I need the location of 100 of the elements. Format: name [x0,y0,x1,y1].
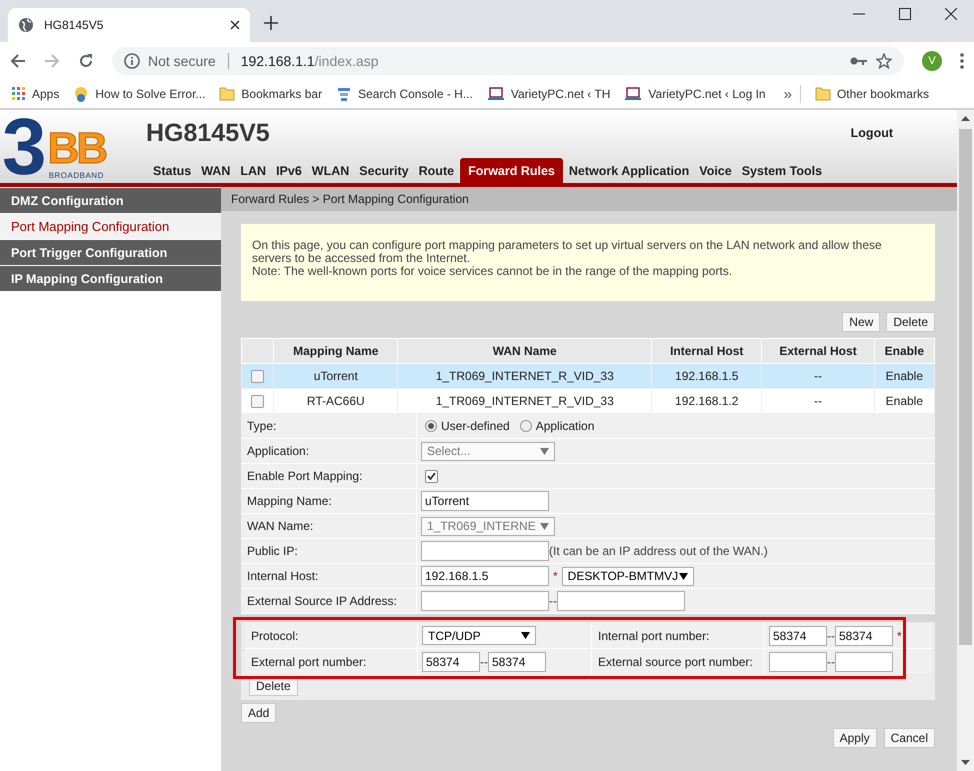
bookmark-item[interactable]: Search Console - H... [336,86,473,102]
field-label: External source port number: [592,649,764,674]
nav-tab[interactable]: IPv6 [271,160,307,183]
url-text: 192.168.1.1/index.asp [240,53,378,69]
nav-tab[interactable]: Network Application [564,160,694,183]
add-button[interactable]: Add [241,703,276,723]
globe-icon [18,17,34,33]
input-field[interactable]: 192.168.1.5 [421,566,549,586]
bookmark-item[interactable]: Other bookmarks [814,87,929,101]
field-label: Enable Port Mapping: [241,464,416,488]
nav-tab[interactable]: WLAN [306,160,354,183]
bookmark-item[interactable]: VarietyPC.net ‹ Log In [624,87,766,101]
security-label: Not secure [148,53,216,69]
input-field[interactable]: 58374 [488,652,546,672]
star-icon[interactable] [876,53,892,69]
caret-icon [678,572,688,580]
table-cell: 1_TR069_INTERNET_R_VID_33 [398,388,652,414]
browser-tab[interactable]: HG8145V5 [8,8,250,42]
column-header: Enable [874,338,934,364]
dropdown[interactable]: TCP/UDP [422,626,536,645]
sidebar-item[interactable]: IP Mapping Configuration [0,266,221,291]
checkbox[interactable] [251,395,264,408]
form-button[interactable]: Apply [832,728,877,748]
nav-tab[interactable]: Forward Rules [459,157,564,183]
logo-tagline: BROADBAND [48,171,104,180]
checkbox[interactable] [251,370,264,384]
nav-tab[interactable]: Security [354,160,414,183]
close-icon[interactable] [230,20,240,30]
logout-link[interactable]: Logout [850,126,893,140]
menu-icon[interactable] [960,53,964,69]
logo-letters: BB [48,127,106,171]
nav-tab[interactable]: WAN [196,160,236,183]
caret-icon [540,448,549,454]
new-tab-icon[interactable] [264,16,278,30]
sidebar-item[interactable]: Port Mapping Configuration [0,214,221,239]
input-field[interactable] [421,591,549,611]
sidebar-item[interactable]: DMZ Configuration [0,188,221,213]
dropdown[interactable]: DESKTOP-BMTMVJ [562,566,694,586]
input-field[interactable]: 58374 [769,626,827,646]
input-field[interactable]: 58374 [422,652,480,672]
input-field[interactable] [835,652,893,672]
field-label: WAN Name: [241,514,416,538]
bookmark-item[interactable]: Bookmarks bar [219,87,322,101]
range-separator: -- [827,654,835,668]
breadcrumb: Forward Rules > Port Mapping Configuration [221,187,957,211]
field-label: Public IP: [241,539,416,563]
table-button[interactable]: Delete [886,312,935,332]
bookmark-item[interactable]: How to Solve Error... [73,86,206,102]
table-row[interactable]: uTorrent 1_TR069_INTERNET_R_VID_33 192.168.1.5 -- Enable [242,364,934,388]
column-header: WAN Name [398,338,652,364]
table-cell: Enable [874,364,934,388]
field-label: Internal port number: [592,623,764,648]
column-header: External Host [762,338,874,364]
nav-tab[interactable]: Route [414,160,460,183]
bookmark-item[interactable]: VarietyPC.net ‹ TH [486,87,610,101]
key-icon[interactable] [850,56,868,66]
bookmark-item[interactable]: Apps [12,87,60,101]
checkbox[interactable] [425,470,438,482]
form-button[interactable]: Cancel [884,728,935,748]
required-mark: * [553,569,558,583]
laptop-icon [624,87,642,101]
back-icon[interactable] [10,53,26,69]
input-field[interactable] [557,591,685,611]
table-cell: RT-AC66U [274,388,398,414]
field-label: Mapping Name: [241,489,416,513]
maximize-icon[interactable] [899,8,911,20]
table-cell: 1_TR069_INTERNET_R_VID_33 [398,364,652,388]
laptop-icon [486,87,505,101]
input-field[interactable]: uTorrent [421,491,549,511]
device-title: HG8145V5 [146,119,270,148]
nav-tab[interactable]: Status [148,160,196,183]
reload-icon[interactable] [78,53,94,69]
table-button[interactable]: New [842,312,880,332]
radio-label[interactable]: User-defined [441,419,510,433]
input-field[interactable] [769,652,827,672]
radio-button[interactable] [520,420,532,432]
address-bar[interactable]: Not secure 192.168.1.1/index.asp [112,47,904,75]
input-field[interactable]: 58374 [835,626,893,646]
nav-tab[interactable]: Voice [694,160,737,183]
close-icon[interactable] [945,8,957,20]
sidebar-item[interactable]: Port Trigger Configuration [0,240,221,265]
table-row[interactable]: RT-AC66U 1_TR069_INTERNET_R_VID_33 192.168.1.2 -- Enable [242,388,934,414]
more-bookmarks[interactable]: » [784,86,792,102]
radio-button[interactable] [425,420,437,432]
caret-icon [521,632,530,639]
field-hint: (It can be an IP address out of the WAN.) [549,544,768,558]
logo-numeral: 3 [2,114,46,180]
input-field[interactable] [421,541,549,561]
radio-label[interactable]: Application [536,419,594,433]
field-label: Protocol: [245,623,417,648]
field-label: Application: [241,439,416,463]
nav-tab[interactable]: LAN [235,160,272,183]
field-label: External port number: [245,649,417,674]
table-cell: -- [762,388,874,414]
range-separator: -- [480,654,488,668]
caret-icon [540,522,549,530]
nav-tab[interactable]: System Tools [736,160,828,183]
info-notice: On this page, you can configure port mapping parameters to set up virtual servers on the LAN network and allow these servers to be accessed from the Internet. Note: The well-known ports for voice services cannot be in the range of the mapping ports. [241,224,935,301]
table-cell: 192.168.1.2 [652,388,762,414]
folder-icon [814,87,831,101]
